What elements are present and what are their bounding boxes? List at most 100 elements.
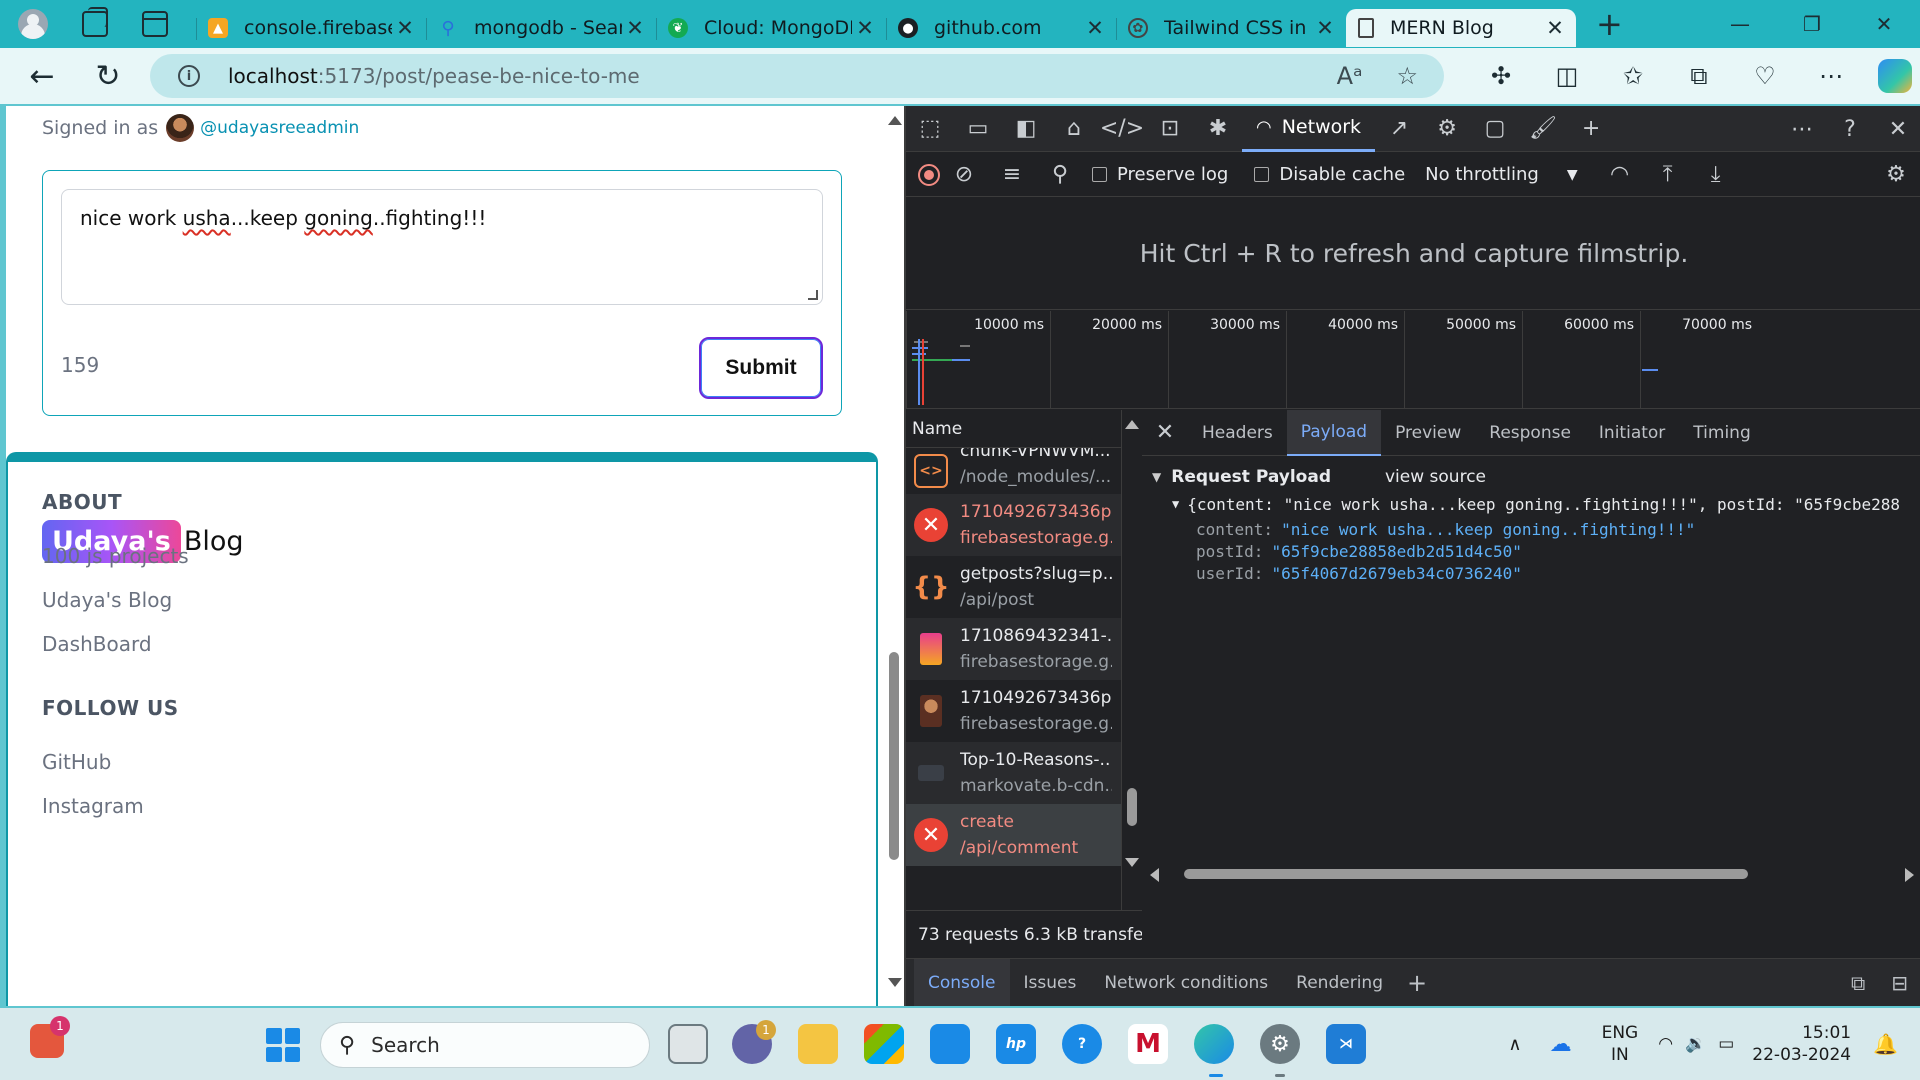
- request-row[interactable]: {} getposts?slug=p... /api/post: [906, 556, 1121, 618]
- favorites-icon[interactable]: ✩: [1600, 62, 1666, 90]
- elements-icon[interactable]: </>: [1098, 106, 1146, 152]
- request-row[interactable]: 1710492673436p... firebasestorage.g...: [906, 680, 1121, 742]
- url-text[interactable]: localhost:5173/post/pease-be-nice-to-me: [228, 64, 640, 88]
- device-emulation-icon[interactable]: ▭: [954, 106, 1002, 152]
- tab-response[interactable]: Response: [1475, 410, 1585, 456]
- close-window-icon[interactable]: ✕: [1848, 0, 1920, 48]
- close-tab-icon[interactable]: ✕: [396, 16, 414, 40]
- sources-bug-icon[interactable]: ✱: [1194, 106, 1242, 152]
- file-explorer-icon[interactable]: [798, 1024, 838, 1064]
- close-tab-icon[interactable]: ✕: [626, 16, 644, 40]
- more-options-icon[interactable]: ⋯: [1778, 106, 1826, 152]
- expand-triangle-icon[interactable]: ▼: [1152, 470, 1161, 484]
- collections-icon[interactable]: ⧉: [1666, 62, 1732, 90]
- close-tab-icon[interactable]: ✕: [856, 16, 874, 40]
- desktop-app-icon[interactable]: [930, 1024, 970, 1064]
- request-row[interactable]: 1710869432341-... firebasestorage.g...: [906, 618, 1121, 680]
- tab-network-conditions[interactable]: Network conditions: [1090, 959, 1282, 1007]
- welcome-home-icon[interactable]: ⌂: [1050, 106, 1098, 152]
- footer-link-instagram[interactable]: Instagram: [42, 794, 144, 818]
- scroll-up-arrow-icon[interactable]: [888, 116, 902, 125]
- taskbar-search[interactable]: ⚲ Search: [320, 1022, 650, 1068]
- close-detail-icon[interactable]: ✕: [1142, 420, 1188, 445]
- get-help-icon[interactable]: ?: [1062, 1024, 1102, 1064]
- favorite-star-icon[interactable]: ☆: [1396, 62, 1418, 90]
- profile-avatar[interactable]: [18, 9, 48, 39]
- new-tab-icon[interactable]: +: [1596, 5, 1623, 43]
- performance-icon[interactable]: ↗: [1375, 106, 1423, 152]
- clear-icon[interactable]: ⊘: [940, 162, 988, 187]
- request-row[interactable]: ✕ 1710492673436p... firebasestorage.g...: [906, 494, 1121, 556]
- request-payload-header[interactable]: ▼ Request Payload view source: [1152, 464, 1912, 490]
- import-har-icon[interactable]: ⤒: [1644, 162, 1692, 187]
- show-hidden-icons-chevron-icon[interactable]: ∧: [1508, 1034, 1521, 1055]
- extensions-icon[interactable]: ✣: [1468, 62, 1534, 90]
- footer-link-100-js-projects[interactable]: 100 js projects: [42, 544, 189, 568]
- close-devtools-icon[interactable]: ✕: [1874, 106, 1920, 152]
- view-source-link[interactable]: view source: [1385, 467, 1486, 487]
- memory-icon[interactable]: ⚙: [1423, 106, 1471, 152]
- checkbox-box[interactable]: [1092, 167, 1107, 182]
- page-scrollbar[interactable]: [884, 106, 904, 1006]
- disable-cache-checkbox[interactable]: Disable cache: [1254, 164, 1405, 185]
- mcafee-icon[interactable]: M: [1128, 1024, 1168, 1064]
- wifi-icon[interactable]: ◠: [1658, 1034, 1673, 1054]
- tab-tailwind[interactable]: ✿ Tailwind CSS in M ✕: [1116, 9, 1346, 47]
- filter-icon[interactable]: ≡: [988, 162, 1036, 187]
- inspect-element-icon[interactable]: ⬚: [906, 106, 954, 152]
- checkbox-box[interactable]: [1254, 167, 1270, 182]
- tab-timing[interactable]: Timing: [1679, 410, 1764, 456]
- edge-browser-icon[interactable]: [1194, 1024, 1234, 1064]
- more-menu-icon[interactable]: ⋯: [1798, 62, 1864, 90]
- resize-grip-icon[interactable]: [808, 290, 818, 300]
- tab-initiator[interactable]: Initiator: [1585, 410, 1679, 456]
- split-screen-icon[interactable]: ◫: [1534, 62, 1600, 90]
- tab-console[interactable]: Console: [914, 958, 1010, 1006]
- notifications-bell-icon[interactable]: 🔔: [1873, 1032, 1898, 1056]
- tab-preview[interactable]: Preview: [1381, 410, 1475, 456]
- footer-link-dashboard[interactable]: DashBoard: [42, 632, 152, 656]
- throttling-select[interactable]: No throttling ▼: [1425, 164, 1577, 185]
- onedrive-cloud-icon[interactable]: ☁: [1550, 1032, 1572, 1057]
- name-column-header[interactable]: Name: [906, 410, 1121, 448]
- payload-object-summary[interactable]: ▼ {content: "nice work usha...keep gonin…: [1172, 490, 1912, 518]
- tab-rendering[interactable]: Rendering: [1282, 959, 1397, 1007]
- add-drawer-tab-icon[interactable]: +: [1407, 969, 1427, 997]
- submit-comment-button[interactable]: Submit: [699, 337, 823, 399]
- vertical-tabs-icon[interactable]: [142, 11, 168, 37]
- restore-icon[interactable]: ❐: [1776, 0, 1848, 48]
- vscode-icon[interactable]: ⋊: [1326, 1024, 1366, 1064]
- console-icon[interactable]: ⊡: [1146, 106, 1194, 152]
- username-link[interactable]: @udayasreeadmin: [200, 118, 359, 138]
- start-windows-icon[interactable]: [266, 1028, 300, 1062]
- back-arrow-icon[interactable]: ←: [20, 54, 64, 98]
- volume-icon[interactable]: 🔉: [1685, 1034, 1706, 1054]
- clock[interactable]: 15:01 22-03-2024: [1752, 1022, 1851, 1066]
- request-row[interactable]: <> chunk-VPNWVM... /node_modules/....: [906, 448, 1121, 494]
- export-har-icon[interactable]: ⤓: [1692, 162, 1740, 187]
- tab-headers[interactable]: Headers: [1188, 410, 1287, 456]
- network-conditions-icon[interactable]: ◠: [1596, 162, 1644, 187]
- scroll-down-arrow-icon[interactable]: [888, 978, 902, 987]
- preserve-log-checkbox[interactable]: Preserve log: [1092, 164, 1228, 185]
- battery-icon[interactable]: ▭: [1718, 1034, 1734, 1054]
- help-icon[interactable]: ?: [1826, 106, 1874, 152]
- close-tab-icon[interactable]: ✕: [1086, 16, 1104, 40]
- browser-essentials-icon[interactable]: ♡: [1732, 62, 1798, 90]
- expand-triangle-icon[interactable]: ▼: [1172, 497, 1179, 511]
- refresh-icon[interactable]: ↻: [86, 54, 130, 98]
- footer-link-udayas-blog[interactable]: Udaya's Blog: [42, 588, 172, 612]
- tab-github[interactable]: ● github.com ✕: [886, 9, 1116, 47]
- tab-issues[interactable]: Issues: [1010, 959, 1091, 1007]
- paint-icon[interactable]: 🖌: [1519, 106, 1567, 152]
- scroll-up-arrow-icon[interactable]: [1125, 420, 1139, 429]
- dock-drawer-icon[interactable]: ⧉: [1851, 971, 1865, 995]
- scroll-left-arrow-icon[interactable]: [1150, 868, 1159, 882]
- request-list-scrollbar[interactable]: [1122, 410, 1142, 910]
- settings-gear-icon[interactable]: ⚙: [1260, 1024, 1300, 1064]
- application-icon[interactable]: ▢: [1471, 106, 1519, 152]
- input-language[interactable]: ENG IN: [1602, 1022, 1639, 1066]
- request-row[interactable]: Top-10-Reasons-... markovate.b-cdn....: [906, 742, 1121, 804]
- record-stop-icon[interactable]: [918, 163, 940, 186]
- close-tab-icon[interactable]: ✕: [1316, 16, 1334, 40]
